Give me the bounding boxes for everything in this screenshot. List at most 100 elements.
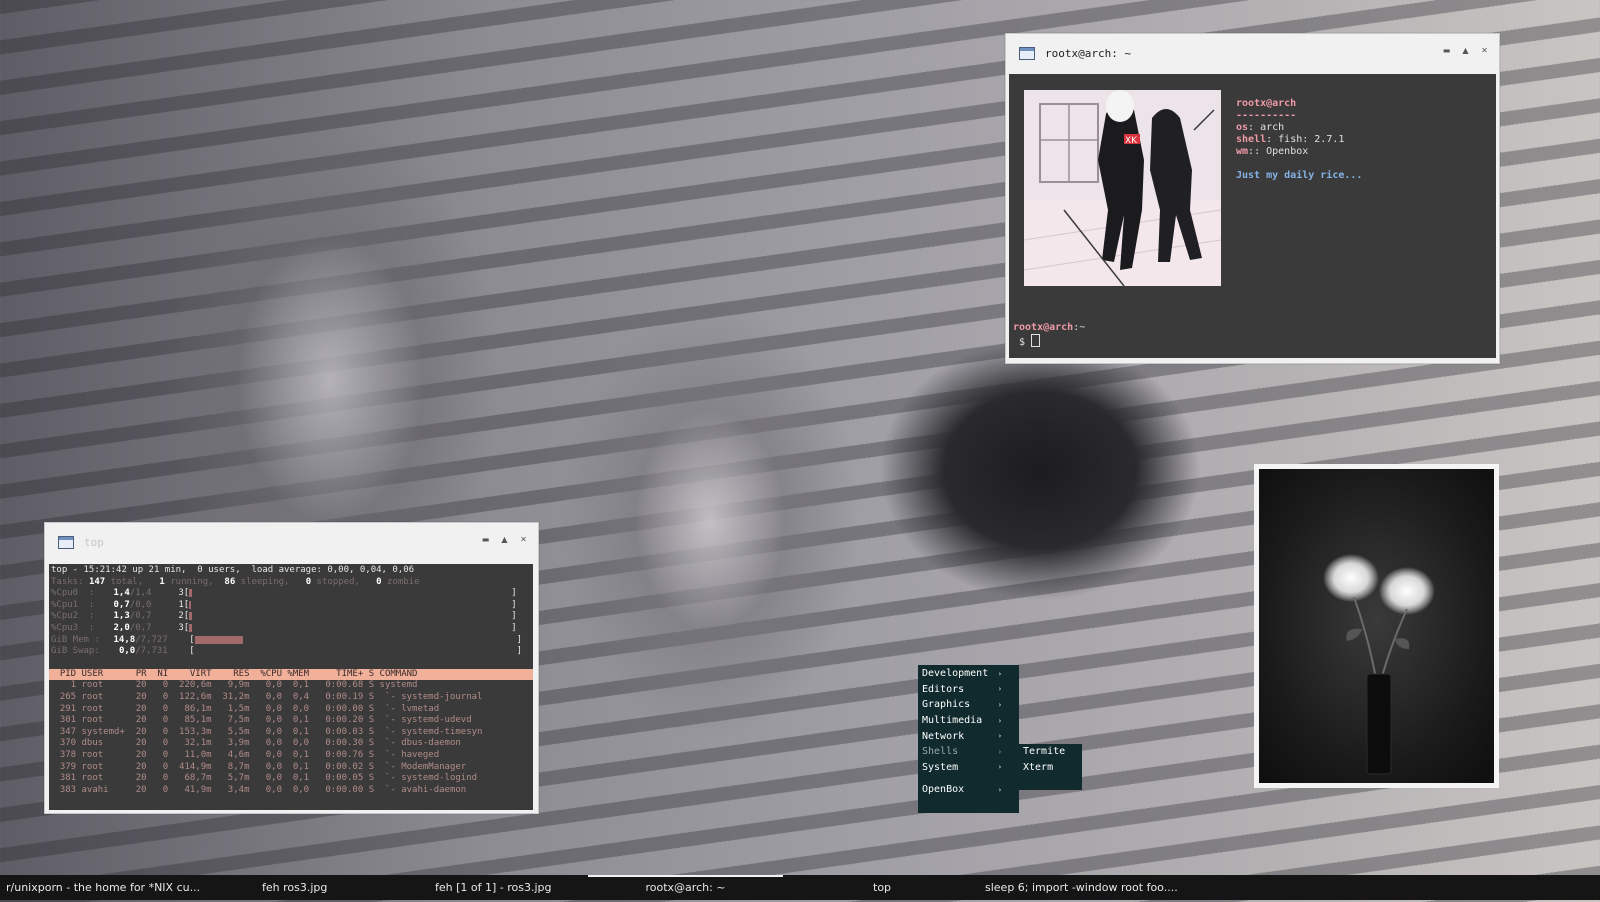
chevron-right-icon: › <box>997 732 1002 741</box>
menu-item-label: Termite <box>1023 746 1066 758</box>
process-row[interactable]: 378 root 20 0 11,0m 4,6m 0,0 0,1 0:00.76… <box>49 750 533 762</box>
chevron-right-icon: › <box>997 669 1002 678</box>
menu-item-label: Network <box>922 730 965 742</box>
shells-submenu-items[interactable]: Termite Xterm <box>1019 744 1082 775</box>
menu-item-multimedia[interactable]: Multimedia › <box>918 713 1019 729</box>
menu-item-shells[interactable]: Shells › <box>918 744 1019 760</box>
taskbar-item-import[interactable]: sleep 6; import -window root foo.... <box>985 875 1190 900</box>
minimize-icon[interactable]: ▬ <box>1442 46 1451 55</box>
info-tagline: Just my daily rice... <box>1236 170 1363 181</box>
info-os-value: : arch <box>1248 122 1285 133</box>
minimize-icon[interactable]: ▬ <box>481 535 490 544</box>
process-row[interactable]: 370 dbus 20 0 32,1m 3,9m 0,0 0,0 0:00.30… <box>49 738 533 750</box>
cpu-meters: %Cpu0 : 1,4/1,4 3[] %Cpu1 : 0,7/0,0 1[] %Cpu… <box>49 588 533 658</box>
process-row[interactable]: 1 root 20 0 220,6m 9,9m 0,0 0,1 0:00.68 … <box>49 680 533 692</box>
anime-artwork: XK <box>1024 90 1221 286</box>
usage-bar <box>189 600 192 609</box>
taskbar-item-reddit[interactable]: r/unixporn - the home for *NIX cu... <box>6 875 204 900</box>
menu-item-graphics[interactable]: Graphics › <box>918 697 1019 713</box>
maximize-icon[interactable]: ▲ <box>1461 46 1470 55</box>
terminal-window[interactable]: rootx@arch: ~ ▬ ▲ ✕ XK rootx@arch ------… <box>1005 33 1500 364</box>
process-row[interactable]: 383 avahi 20 0 41,9m 3,4m 0,0 0,0 0:00.0… <box>49 785 533 797</box>
image-viewer-window[interactable] <box>1254 464 1499 788</box>
cpu-meter-3: %Cpu3 : 2,0/0,7 3[] <box>51 622 517 633</box>
system-info: rootx@arch ---------- os: arch shell: fi… <box>1236 98 1362 182</box>
terminal-content[interactable]: XK rootx@arch ---------- os: arch shell:… <box>1009 74 1496 358</box>
root-menu[interactable]: Development › Editors › Graphics › Multimedia ›… <box>918 665 1019 813</box>
process-table-header: PID USER PR NI VIRT RES %CPU %MEM TIME+ … <box>49 668 533 681</box>
taskbar: r/unixporn - the home for *NIX cu... feh… <box>0 875 1600 900</box>
svg-text:XK: XK <box>1125 136 1138 146</box>
window-icon[interactable] <box>58 535 74 549</box>
window-icon[interactable] <box>1019 46 1035 60</box>
taskbar-item-feh-viewer[interactable]: feh [1 of 1] - ros3.jpg <box>435 875 575 900</box>
menu-item-editors[interactable]: Editors › <box>918 682 1019 698</box>
menu-item-label: Graphics <box>922 699 971 711</box>
rose-photo-drawing <box>1323 554 1435 775</box>
cpu-meter-0: %Cpu0 : 1,4/1,4 3[] <box>51 588 517 599</box>
menu-item-openbox[interactable]: OpenBox › <box>918 782 1019 798</box>
prompt-host: rootx@arch <box>1013 322 1074 333</box>
process-row[interactable]: 301 root 20 0 85,1m 7,5m 0,0 0,1 0:00.20… <box>49 715 533 727</box>
info-wm-value: :: Openbox <box>1248 146 1309 157</box>
info-separator: ---------- <box>1236 110 1297 121</box>
usage-bar <box>189 589 193 598</box>
info-shell-label: shell <box>1236 134 1267 145</box>
close-icon[interactable]: ✕ <box>519 535 528 544</box>
text-cursor <box>1031 334 1041 347</box>
titlebar[interactable]: top ▬ ▲ ✕ <box>45 523 538 561</box>
menu-item-label: Xterm <box>1023 761 1054 773</box>
usage-bar <box>189 623 193 632</box>
usage-bar <box>189 612 193 621</box>
shell-prompt[interactable]: rootx@arch:~ $ <box>1013 322 1085 349</box>
usage-bar <box>194 635 243 644</box>
artwork-drawing: XK <box>1024 90 1221 286</box>
window-title: top <box>84 535 104 549</box>
menu-item-system[interactable]: System › <box>918 760 1019 776</box>
mem-meter: GiB Mem : 14,8/7,727[] <box>51 634 523 645</box>
tasks-line: Tasks: 147 total, 1 running, 86 sleeping… <box>51 576 420 587</box>
titlebar[interactable]: rootx@arch: ~ ▬ ▲ ✕ <box>1006 34 1499 72</box>
top-window[interactable]: top ▬ ▲ ✕ top - 15:21:42 up 21 min, 0 us… <box>44 522 539 814</box>
info-wm-label: wm <box>1236 146 1249 157</box>
taskbar-item-terminal[interactable]: rootx@arch: ~ <box>588 875 783 902</box>
menu-item-network[interactable]: Network › <box>918 728 1019 744</box>
cpu-meter-2: %Cpu2 : 1,3/0,7 2[] <box>51 611 517 622</box>
menu-item-development[interactable]: Development › <box>918 666 1019 682</box>
chevron-right-icon: › <box>997 685 1002 694</box>
submenu-item-xterm[interactable]: Xterm <box>1019 760 1082 776</box>
prompt-symbol: $ <box>1013 337 1032 348</box>
taskbar-item-feh-ros3[interactable]: feh ros3.jpg <box>262 875 382 900</box>
close-icon[interactable]: ✕ <box>1480 46 1489 55</box>
chevron-right-icon: › <box>997 716 1002 725</box>
maximize-icon[interactable]: ▲ <box>500 535 509 544</box>
process-row[interactable]: 265 root 20 0 122,6m 31,2m 0,0 0,4 0:00.… <box>49 692 533 704</box>
top-summary: top - 15:21:42 up 21 min, 0 users, load … <box>51 565 415 575</box>
menu-item-label: Multimedia <box>922 715 983 727</box>
info-os-line: os: arch <box>1236 122 1362 134</box>
chevron-right-icon: › <box>997 785 1002 794</box>
menu-item-label: Shells <box>922 746 959 758</box>
menu-item-label: System <box>922 761 959 773</box>
taskbar-item-top[interactable]: top <box>873 875 913 900</box>
chevron-right-icon: › <box>997 700 1002 709</box>
submenu-item-termite[interactable]: Termite <box>1019 744 1082 760</box>
menu-item-label: Development <box>922 668 989 680</box>
info-user: rootx@arch <box>1236 98 1297 109</box>
info-shell-line: shell: fish: 2.7.1 <box>1236 134 1362 146</box>
process-row[interactable]: 291 root 20 0 86,1m 1,5m 0,0 0,0 0:00.00… <box>49 704 533 716</box>
process-row[interactable]: 379 root 20 0 414,9m 8,7m 0,0 0,1 0:00.0… <box>49 762 533 774</box>
cpu-meter-1: %Cpu1 : 0,7/0,0 1[] <box>51 599 517 610</box>
swap-meter: GiB Swap: 0,0/7,731[] <box>51 646 523 657</box>
process-row[interactable]: 381 root 20 0 68,7m 5,7m 0,0 0,1 0:00.05… <box>49 773 533 785</box>
info-os-label: os <box>1236 122 1249 133</box>
window-title: rootx@arch: ~ <box>1045 46 1132 60</box>
process-row[interactable]: 347 systemd+ 20 0 153,3m 5,5m 0,0 0,1 0:… <box>49 727 533 739</box>
info-shell-value: : fish: 2.7.1 <box>1266 134 1345 145</box>
menu-item-label: OpenBox <box>922 784 965 796</box>
chevron-right-icon: › <box>997 763 1002 772</box>
shells-submenu[interactable]: Termite Xterm <box>1019 744 1082 790</box>
root-menu-items[interactable]: Development › Editors › Graphics › Multimedia ›… <box>918 666 1019 797</box>
top-output[interactable]: top - 15:21:42 up 21 min, 0 users, load … <box>49 564 533 810</box>
process-table[interactable]: 1 root 20 0 220,6m 9,9m 0,0 0,1 0:00.68 … <box>49 680 533 796</box>
